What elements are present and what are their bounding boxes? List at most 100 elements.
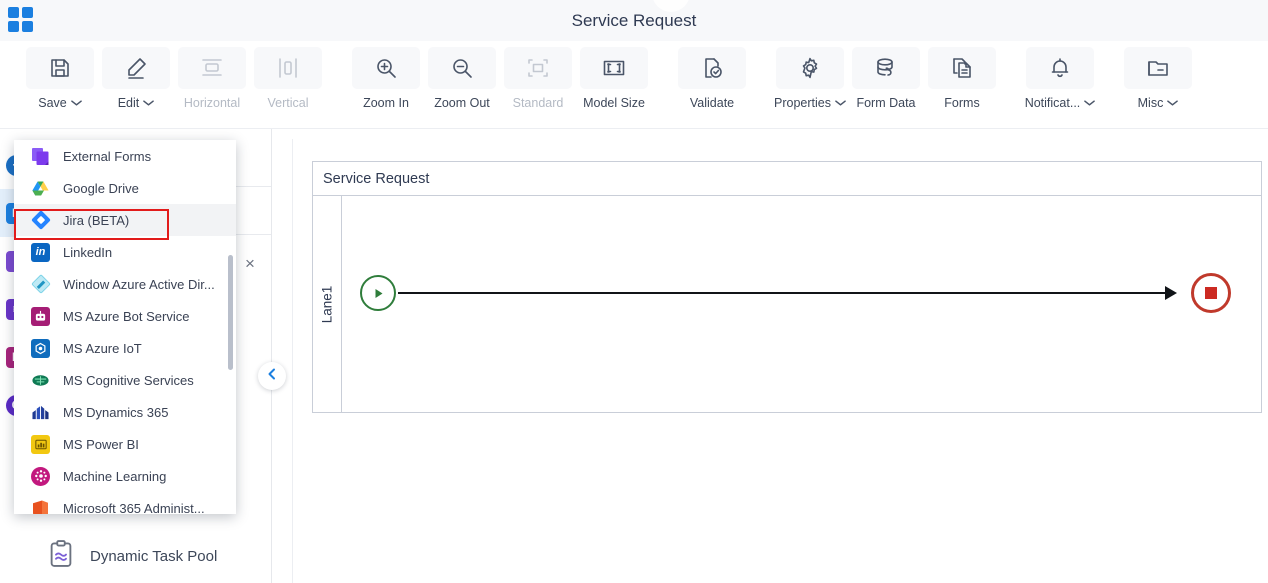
bell-icon bbox=[1026, 47, 1094, 89]
bpmn-pool[interactable]: Service Request Lane1 bbox=[312, 161, 1262, 413]
close-icon[interactable]: × bbox=[239, 253, 261, 275]
chevron-left-icon bbox=[266, 367, 278, 385]
page-title: Service Request bbox=[571, 11, 697, 30]
toolbar-label-horizontal: Horizontal bbox=[183, 96, 241, 110]
chevron-down-icon[interactable] bbox=[1167, 96, 1179, 110]
toolbar-button-zoom-out[interactable]: Zoom Out bbox=[424, 41, 500, 110]
azure-iot-icon bbox=[31, 338, 50, 358]
toolbar-button-edit[interactable]: Edit bbox=[98, 41, 174, 110]
toolbar-label-save: Save bbox=[38, 96, 67, 110]
forms-icon bbox=[928, 47, 996, 89]
cognitive-services-icon bbox=[31, 371, 50, 390]
vertical-icon bbox=[254, 47, 322, 89]
toolbar-label-edit: Edit bbox=[117, 96, 140, 110]
standard-icon bbox=[504, 47, 572, 89]
linkedin-icon: in bbox=[31, 242, 50, 262]
toolbar-label-vertical: Vertical bbox=[267, 96, 309, 110]
dropdown-item-label: MS Cognitive Services bbox=[63, 372, 194, 388]
toolbar-button-horizontal[interactable]: Horizontal bbox=[174, 41, 250, 110]
toolbar-button-model-size[interactable]: Model Size bbox=[576, 41, 652, 110]
external-forms-icon bbox=[31, 147, 50, 166]
lane-label-text: Lane1 bbox=[319, 285, 335, 324]
toolbar-button-validate[interactable]: Validate bbox=[674, 41, 750, 110]
title-bar: Service Request bbox=[0, 0, 1268, 41]
toolbar-label-zoom-out: Zoom Out bbox=[434, 96, 490, 110]
app-root: Service Request Save Edit Horizontal Ver… bbox=[0, 0, 1268, 583]
google-drive-icon bbox=[31, 179, 50, 198]
azure-bot-service-icon bbox=[31, 306, 50, 326]
dropdown-item-label: MS Power BI bbox=[63, 436, 139, 452]
chevron-down-icon[interactable] bbox=[1084, 96, 1096, 110]
integrations-dropdown-menu[interactable]: External Forms Google Drive Jira (BETA) … bbox=[14, 140, 236, 514]
sequence-flow[interactable] bbox=[398, 292, 1171, 294]
diagram-canvas[interactable]: Service Request Lane1 bbox=[292, 139, 1268, 583]
start-event[interactable] bbox=[360, 275, 396, 311]
jira-icon bbox=[30, 210, 51, 230]
microsoft-365-icon bbox=[31, 499, 50, 514]
toolbar-label-form-data: Form Data bbox=[856, 96, 916, 110]
dropdown-item-label: MS Azure Bot Service bbox=[63, 308, 190, 324]
left-panel-item-label: Dynamic Task Pool bbox=[90, 547, 218, 565]
pool-body: Lane1 bbox=[313, 196, 1261, 413]
horizontal-icon bbox=[178, 47, 246, 89]
toolbar-button-form-data[interactable]: Form Data bbox=[848, 41, 924, 110]
panel-collapse-button[interactable] bbox=[258, 362, 286, 390]
dropdown-item-label: Window Azure Active Dir... bbox=[63, 276, 215, 292]
play-icon bbox=[375, 288, 382, 298]
chevron-down-icon[interactable] bbox=[835, 96, 846, 110]
dropdown-item-label: Jira (BETA) bbox=[63, 212, 130, 228]
dropdown-item-label: Machine Learning bbox=[63, 468, 167, 484]
toolbar-button-save[interactable]: Save bbox=[22, 41, 98, 110]
sequence-flow-arrowhead bbox=[1165, 286, 1177, 300]
toolbar-button-properties[interactable]: Properties bbox=[772, 41, 848, 110]
clipboard-task-icon bbox=[46, 539, 76, 574]
toolbar-label-notifications: Notificat... bbox=[1024, 96, 1081, 110]
stop-square-icon bbox=[1205, 287, 1217, 299]
power-bi-icon bbox=[31, 434, 50, 454]
save-icon bbox=[26, 47, 94, 89]
toolbar-label-validate: Validate bbox=[689, 96, 735, 110]
pool-title: Service Request bbox=[313, 162, 1261, 196]
dropdown-item-label: LinkedIn bbox=[63, 244, 113, 260]
dropdown-scrollbar[interactable] bbox=[228, 255, 233, 370]
model-size-icon bbox=[580, 47, 648, 89]
dropdown-item-external-forms[interactable]: External Forms bbox=[14, 140, 236, 172]
chevron-down-icon[interactable] bbox=[143, 96, 155, 110]
folder-icon bbox=[1124, 47, 1192, 89]
zoom-in-icon bbox=[352, 47, 420, 89]
dropdown-item-ms-dynamics-365[interactable]: MS Dynamics 365 bbox=[14, 396, 236, 428]
toolbar-label-properties: Properties bbox=[774, 96, 831, 110]
lane-body[interactable] bbox=[342, 196, 1261, 413]
toolbar-button-zoom-in[interactable]: Zoom In bbox=[348, 41, 424, 110]
toolbar-label-model-size: Model Size bbox=[583, 96, 645, 110]
toolbar-button-misc[interactable]: Misc bbox=[1120, 41, 1196, 110]
dropdown-item-ms-azure-bot-service[interactable]: MS Azure Bot Service bbox=[14, 300, 236, 332]
dropdown-item-linkedin[interactable]: in LinkedIn bbox=[14, 236, 236, 268]
toolbar-button-forms[interactable]: Forms bbox=[924, 41, 1000, 110]
toolbar-button-standard[interactable]: Standard bbox=[500, 41, 576, 110]
dropdown-item-label: Microsoft 365 Administ... bbox=[63, 500, 205, 515]
dropdown-item-machine-learning[interactable]: Machine Learning bbox=[14, 460, 236, 492]
toolbar-label-standard: Standard bbox=[512, 96, 564, 110]
dropdown-item-ms-power-bi[interactable]: MS Power BI bbox=[14, 428, 236, 460]
left-panel-item-dynamic-task-pool[interactable]: Dynamic Task Pool bbox=[32, 529, 272, 583]
end-event[interactable] bbox=[1191, 273, 1231, 313]
dropdown-item-ms-azure-iot[interactable]: MS Azure IoT bbox=[14, 332, 236, 364]
machine-learning-icon bbox=[31, 466, 50, 486]
chevron-down-icon[interactable] bbox=[70, 96, 82, 110]
dropdown-item-ms-cognitive-services[interactable]: MS Cognitive Services bbox=[14, 364, 236, 396]
validate-icon bbox=[678, 47, 746, 89]
dropdown-item-window-azure-active-directory[interactable]: Window Azure Active Dir... bbox=[14, 268, 236, 300]
toolbar-button-vertical[interactable]: Vertical bbox=[250, 41, 326, 110]
dropdown-item-jira[interactable]: Jira (BETA) bbox=[14, 204, 236, 236]
toolbar-label-forms: Forms bbox=[944, 96, 980, 110]
azure-active-directory-icon bbox=[30, 274, 51, 294]
dropdown-item-microsoft-365-administrator[interactable]: Microsoft 365 Administ... bbox=[14, 492, 236, 514]
database-icon bbox=[852, 47, 920, 89]
lane-label[interactable]: Lane1 bbox=[313, 196, 342, 413]
toolbar-button-notifications[interactable]: Notificat... bbox=[1022, 41, 1098, 110]
gear-icon bbox=[776, 47, 844, 89]
dropdown-item-google-drive[interactable]: Google Drive bbox=[14, 172, 236, 204]
zoom-out-icon bbox=[428, 47, 496, 89]
dynamics-365-icon bbox=[31, 403, 50, 422]
